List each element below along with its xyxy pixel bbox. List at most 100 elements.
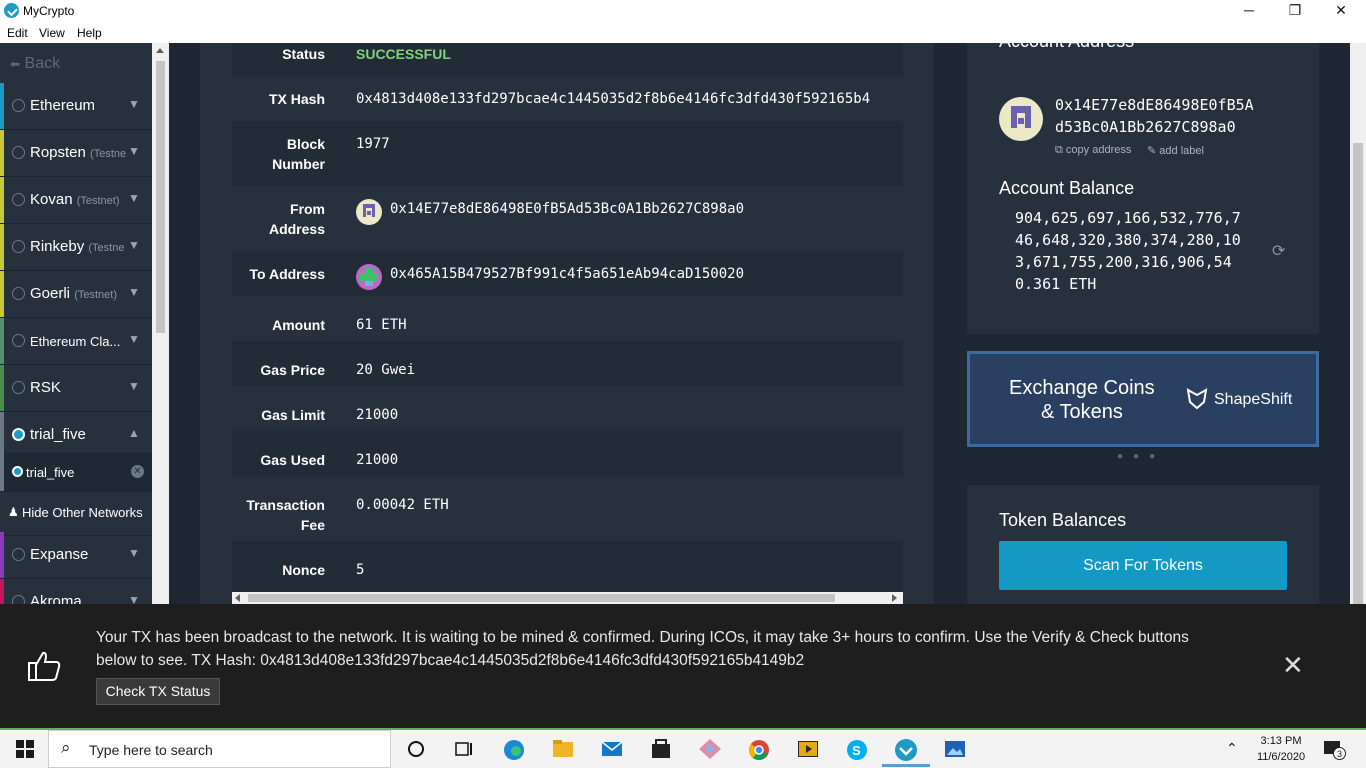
copy-address-button[interactable]: ⧉ copy address [1055, 144, 1131, 157]
sidebar-subitem-trial-five[interactable]: trial_five ✕ [0, 453, 152, 491]
scan-for-tokens-button[interactable]: Scan For Tokens [999, 541, 1287, 590]
account-address-line-1[interactable]: 0x14E77e8dE86498E0fB5A [1055, 96, 1254, 114]
tx-label: Transaction Fee [246, 497, 325, 533]
cortana-icon[interactable] [405, 738, 429, 760]
token-balances-heading: Token Balances [999, 510, 1127, 530]
network-label: Akroma [30, 593, 82, 604]
network-sublabel: (Testnet) [76, 195, 120, 207]
mycrypto-taskbar-icon[interactable] [894, 738, 918, 761]
sidebar-item-expanse[interactable]: Expanse ▼ [0, 532, 152, 579]
hide-other-label: Hide Other Networks [22, 505, 143, 520]
sidebar-item-akroma[interactable]: Akroma ▼ [0, 579, 152, 604]
skype-icon[interactable]: S [845, 738, 869, 760]
close-notification-icon[interactable]: ✕ [1282, 650, 1304, 681]
tx-status-value: SUCCESSFUL [356, 46, 451, 62]
shapeshift-banner[interactable]: Exchange Coins & Tokens ShapeShift [967, 351, 1319, 447]
network-color-bar [0, 318, 4, 364]
tx-label: Block Number [272, 136, 325, 172]
mail-icon[interactable] [600, 738, 624, 760]
show-hidden-icons-icon[interactable]: ⌃ [1226, 740, 1238, 757]
scroll-up-icon[interactable] [156, 48, 164, 53]
tx-horizontal-scrollbar[interactable] [232, 592, 903, 604]
token-balances-card: Token Balances Scan For Tokens [967, 485, 1319, 604]
sidebar-item-ropsten[interactable]: Ropsten (Testne ▼ [0, 130, 152, 177]
to-identicon-icon [356, 264, 382, 290]
tx-label: Gas Price [260, 362, 325, 378]
sidebar-item-kovan[interactable]: Kovan (Testnet) ▼ [0, 177, 152, 224]
scrollbar-thumb[interactable] [156, 61, 165, 333]
close-window-button[interactable]: ✕ [1318, 0, 1364, 22]
tx-label: To Address [249, 266, 325, 282]
tx-row-gas-limit: Gas Limit 21000 [232, 386, 903, 431]
tx-label: Gas Used [260, 452, 325, 468]
scrollbar-thumb[interactable] [1353, 143, 1363, 604]
taskbar-clock[interactable]: 3:13 PM 11/6/2020 [1245, 733, 1317, 765]
store-icon[interactable] [649, 738, 673, 760]
sidebar-item-rsk[interactable]: RSK ▼ [0, 365, 152, 412]
photos-viewer-icon[interactable] [943, 738, 967, 760]
remove-node-icon[interactable]: ✕ [131, 465, 144, 478]
network-sidebar: ⬅ Back Ethereum ▼ Ropsten (Testne ▼ Kova… [0, 43, 152, 604]
scroll-right-icon[interactable] [892, 594, 897, 602]
main-scrollbar[interactable] [1350, 43, 1366, 604]
gas-limit-value: 21000 [356, 407, 399, 423]
taskbar-search-box[interactable]: ⌕ Type here to search [48, 730, 391, 768]
nonce-value: 5 [356, 562, 365, 578]
action-center-icon[interactable]: 3 [1323, 739, 1346, 760]
tx-label: From Address [268, 201, 325, 237]
to-address-value[interactable]: 0x465A15B479527Bf991c4f5a651eAb94caD1500… [390, 264, 744, 284]
radio-icon [12, 146, 25, 159]
network-color-bar [0, 177, 4, 223]
file-explorer-icon[interactable] [551, 738, 575, 760]
edge-browser-icon[interactable] [502, 738, 526, 760]
windows-start-icon[interactable] [16, 740, 34, 758]
task-view-icon[interactable] [453, 738, 477, 760]
shapeshift-fox-icon [1186, 388, 1208, 415]
scroll-left-icon[interactable] [235, 594, 240, 602]
media-player-icon[interactable] [796, 738, 820, 760]
tx-hash-value[interactable]: 0x4813d408e133fd297bcae4c1445035d2f8b6e4… [356, 89, 903, 109]
balance-line: 904,625,697,166,532,776,7 [1015, 209, 1241, 227]
menu-help[interactable]: Help [77, 26, 102, 40]
network-sublabel: (Testnet) [74, 289, 117, 301]
tx-label: Status [282, 46, 325, 62]
network-label: Ethereum Cla... [30, 334, 121, 349]
chrome-icon[interactable] [747, 738, 771, 760]
sidebar-item-ethereum-classic[interactable]: Ethereum Cla... ▼ [0, 318, 152, 365]
network-sublabel: (Testne [88, 242, 125, 254]
sidebar-scrollbar[interactable] [152, 43, 169, 604]
network-color-bar [0, 224, 4, 270]
menu-view[interactable]: View [39, 26, 65, 40]
back-button[interactable]: ⬅ Back [10, 55, 60, 73]
check-tx-status-button[interactable]: Check TX Status [96, 678, 220, 705]
menu-edit[interactable]: Edit [7, 26, 28, 40]
main-content: Status SUCCESSFUL TX Hash 0x4813d408e133… [169, 43, 1366, 604]
balance-line: 3,671,755,200,316,906,54 [1015, 253, 1232, 271]
amount-value: 61 ETH [356, 317, 407, 333]
refresh-balance-icon[interactable]: ⟳ [1272, 241, 1285, 261]
sidebar-item-rinkeby[interactable]: Rinkeby (Testne ▼ [0, 224, 152, 271]
from-address-value[interactable]: 0x14E77e8dE86498E0fB5Ad53Bc0A1Bb2627C898… [390, 199, 744, 219]
block-number-value[interactable]: 1977 [356, 134, 390, 154]
title-bar: MyCrypto ─ ❐ ✕ [0, 0, 1366, 22]
sidebar-item-goerli[interactable]: Goerli (Testnet) ▼ [0, 271, 152, 318]
network-color-bar [0, 532, 4, 578]
add-label-button[interactable]: ✎ add label [1147, 144, 1204, 157]
photos-app-icon[interactable] [698, 738, 722, 760]
sidebar-item-ethereum[interactable]: Ethereum ▼ [0, 83, 152, 130]
add-label-text: add label [1159, 145, 1204, 157]
minimize-button[interactable]: ─ [1226, 0, 1272, 22]
scrollbar-thumb[interactable] [248, 594, 835, 602]
chevron-down-icon: ▼ [128, 379, 140, 393]
tx-label: Nonce [282, 562, 325, 578]
network-color-bar [0, 83, 4, 129]
hide-other-networks-button[interactable]: ♟ Hide Other Networks [0, 491, 152, 536]
shapeshift-line-1: Exchange Coins [1009, 377, 1155, 399]
account-address-line-2[interactable]: d53Bc0A1Bb2627C898a0 [1055, 118, 1236, 136]
account-identicon-icon [999, 97, 1043, 141]
tx-row-hash: TX Hash 0x4813d408e133fd297bcae4c1445035… [232, 76, 903, 121]
gas-price-value: 20 Gwei [356, 362, 416, 378]
restore-button[interactable]: ❐ [1272, 0, 1318, 22]
chevron-down-icon: ▼ [128, 97, 140, 111]
tx-label: Gas Limit [261, 407, 325, 423]
